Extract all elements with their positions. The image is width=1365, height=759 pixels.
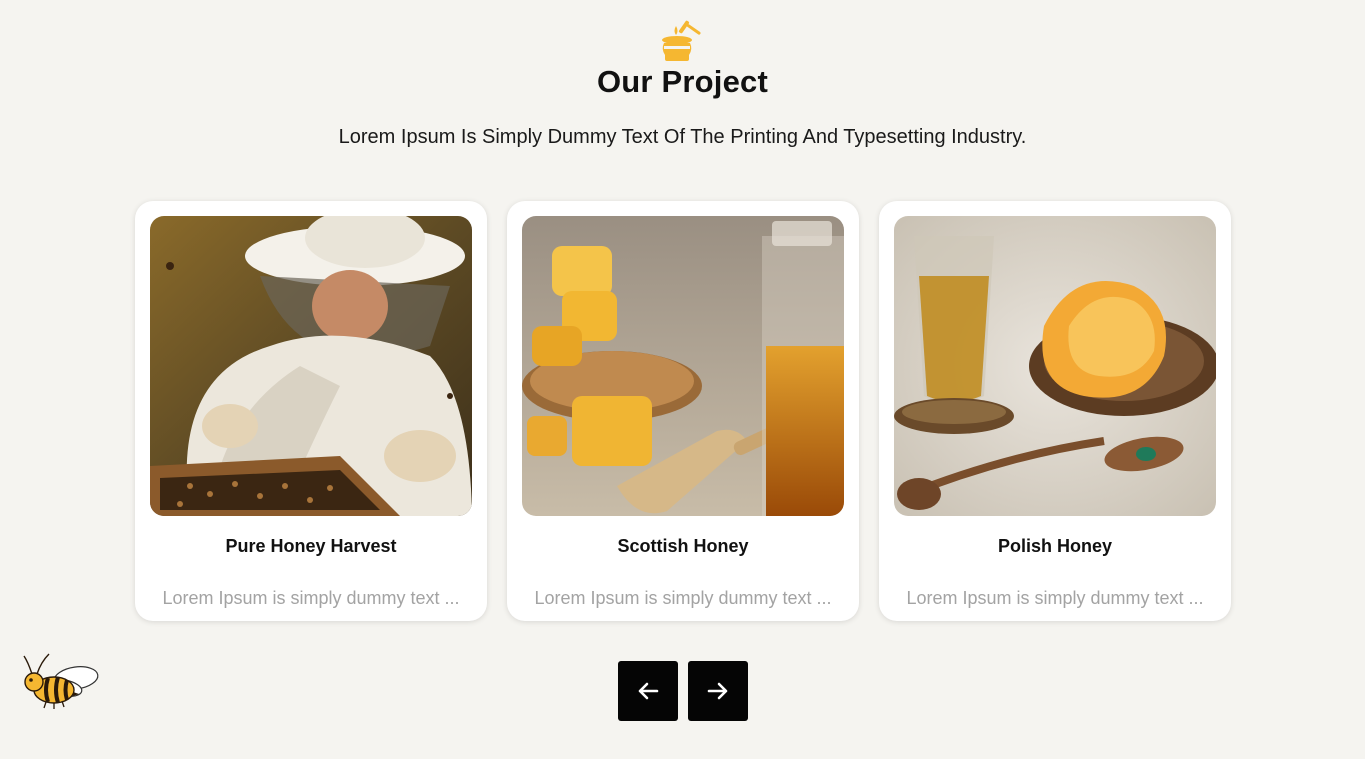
arrow-left-icon <box>638 682 659 700</box>
project-card[interactable]: Scottish Honey Lorem Ipsum is simply dum… <box>507 201 859 621</box>
project-card[interactable]: Pure Honey Harvest Lorem Ipsum is simply… <box>135 201 487 621</box>
card-description: Lorem Ipsum is simply dummy text ... <box>534 588 832 608</box>
tea-honeycomb-image <box>894 216 1216 516</box>
beekeeper-image <box>150 216 472 516</box>
prev-button[interactable] <box>618 661 678 721</box>
card-title: Scottish Honey <box>617 536 749 556</box>
carousel-navigation <box>618 661 748 721</box>
honeycomb-jar-image <box>522 216 844 516</box>
card-title: Pure Honey Harvest <box>225 536 397 556</box>
arrow-right-icon <box>707 682 728 700</box>
section-subtitle: Lorem Ipsum Is Simply Dummy Text Of The … <box>338 126 1027 148</box>
card-description: Lorem Ipsum is simply dummy text ... <box>162 588 460 608</box>
section-title: Our Project <box>596 64 769 99</box>
bee-icon <box>20 648 100 710</box>
project-card[interactable]: Polish Honey Lorem Ipsum is simply dummy… <box>879 201 1231 621</box>
project-section: Our Project Lorem Ipsum Is Simply Dummy … <box>0 0 1365 759</box>
honey-pot-icon <box>658 16 706 64</box>
card-description: Lorem Ipsum is simply dummy text ... <box>906 588 1204 608</box>
project-carousel: Pure Honey Harvest Lorem Ipsum is simply… <box>135 201 1231 621</box>
next-button[interactable] <box>688 661 748 721</box>
card-title: Polish Honey <box>997 536 1113 556</box>
